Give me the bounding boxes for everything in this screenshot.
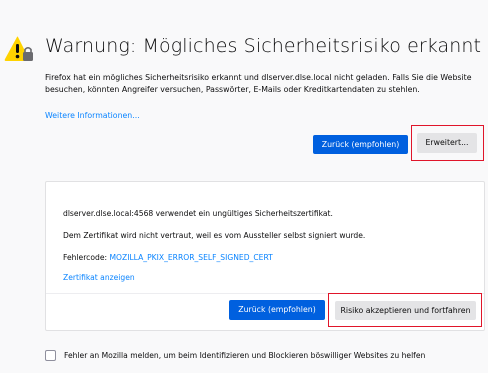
back-button-panel[interactable]: Zurück (empfohlen) [229, 300, 325, 320]
advanced-panel: dlserver.dlse.local:4568 verwendet ein u… [45, 181, 485, 331]
page-title: Warnung: Mögliches Sicherheitsrisiko erk… [45, 35, 482, 57]
more-info-link[interactable]: Weitere Informationen... [45, 111, 140, 120]
trust-message: Dem Zertifikat wird nicht vertraut, weil… [63, 231, 366, 240]
back-button[interactable]: Zurück (empfohlen) [313, 135, 408, 154]
report-checkbox[interactable] [45, 350, 56, 361]
error-page: Warnung: Mögliches Sicherheitsrisiko erk… [0, 0, 488, 373]
view-certificate-link[interactable]: Zertifikat anzeigen [63, 273, 135, 282]
report-label[interactable]: Fehler an Mozilla melden, um beim Identi… [64, 351, 425, 360]
advanced-button[interactable]: Erweitert... [417, 133, 477, 153]
error-code-line: Fehlercode: MOZILLA_PKIX_ERROR_SELF_SIGN… [63, 253, 273, 262]
warning-icon [4, 36, 33, 61]
cert-message: dlserver.dlse.local:4568 verwendet ein u… [63, 209, 333, 218]
error-code-link[interactable]: MOZILLA_PKIX_ERROR_SELF_SIGNED_CERT [109, 253, 272, 262]
accept-risk-button[interactable]: Risiko akzeptieren und fortfahren [335, 301, 476, 320]
intro-text: Firefox hat ein mögliches Sicherheitsris… [45, 73, 472, 94]
report-row: Fehler an Mozilla melden, um beim Identi… [45, 350, 425, 361]
error-code-label: Fehlercode: [63, 253, 110, 262]
